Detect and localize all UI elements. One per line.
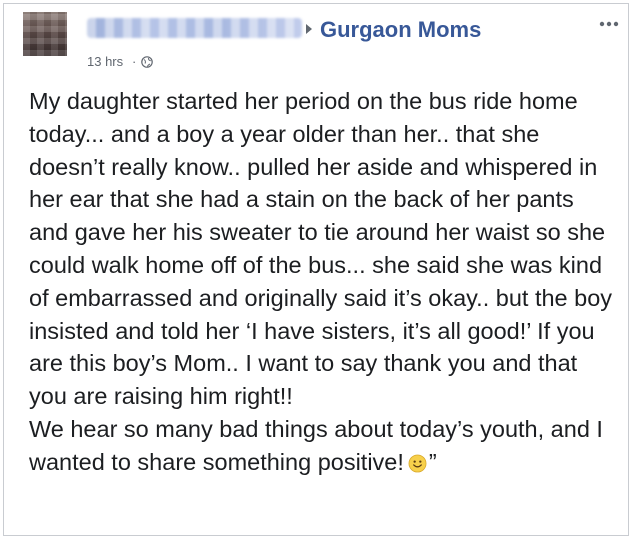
meta-separator: · [132, 54, 137, 69]
post-timestamp[interactable]: 13 hrs [87, 54, 123, 70]
globe-icon[interactable] [141, 56, 153, 68]
post-card: Gurgaon Moms 13 hrs · My daughter starte… [3, 3, 629, 536]
post-paragraph: My daughter started her period on the bu… [29, 88, 613, 410]
closing-quote: ” [428, 448, 437, 475]
smiley-emoji-icon [408, 454, 427, 473]
post-paragraph: We hear so many bad things about today’s… [29, 413, 619, 479]
more-options-icon[interactable] [598, 20, 620, 28]
shared-to-arrow-icon [306, 24, 312, 34]
author-avatar[interactable] [23, 12, 67, 56]
author-name-redacted[interactable] [87, 18, 302, 38]
group-name-link[interactable]: Gurgaon Moms [320, 17, 481, 43]
post-paragraph-text: We hear so many bad things about today’s… [29, 415, 603, 475]
post-body: My daughter started her period on the bu… [29, 85, 619, 479]
